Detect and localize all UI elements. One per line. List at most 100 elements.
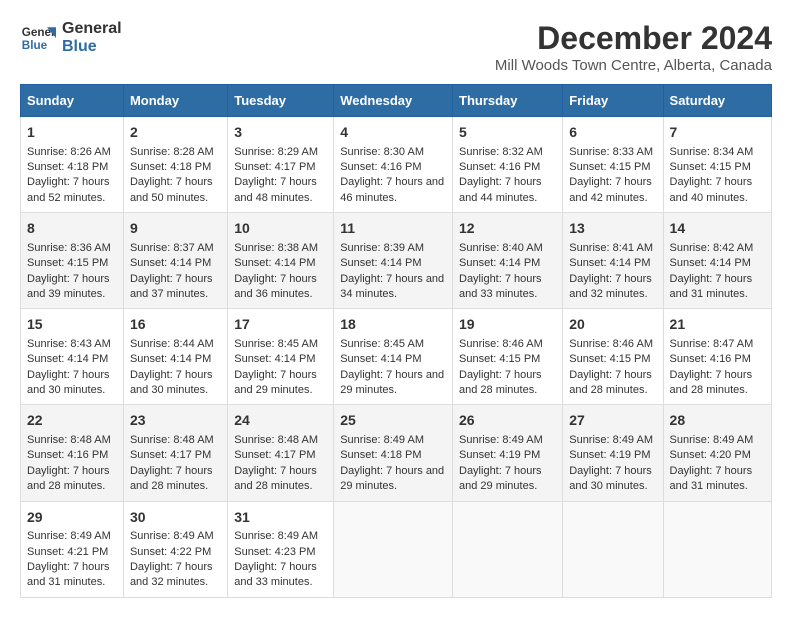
sunset-label: Sunset: 4:14 PM	[340, 257, 421, 269]
calendar-cell	[334, 501, 453, 597]
daylight-label: Daylight: 7 hours and 30 minutes.	[130, 369, 213, 396]
day-number: 31	[234, 508, 327, 528]
title-section: December 2024 Mill Woods Town Centre, Al…	[495, 20, 772, 74]
sunset-label: Sunset: 4:17 PM	[130, 449, 211, 461]
daylight-label: Daylight: 7 hours and 39 minutes.	[27, 273, 110, 300]
daylight-label: Daylight: 7 hours and 40 minutes.	[670, 176, 753, 203]
sunrise-label: Sunrise: 8:48 AM	[27, 434, 111, 446]
day-number: 1	[27, 123, 117, 143]
sunrise-label: Sunrise: 8:41 AM	[569, 242, 653, 254]
day-number: 7	[670, 123, 765, 143]
day-number: 28	[670, 411, 765, 431]
day-number: 23	[130, 411, 221, 431]
calendar-cell: 27Sunrise: 8:49 AMSunset: 4:19 PMDayligh…	[563, 405, 663, 501]
sunrise-label: Sunrise: 8:48 AM	[234, 434, 318, 446]
sunrise-label: Sunrise: 8:47 AM	[670, 338, 754, 350]
calendar-week-row: 15 Sunrise: 8:43 AM Sunset: 4:14 PM Dayligh…	[21, 309, 772, 405]
sunrise-label: Sunrise: 8:39 AM	[340, 242, 424, 254]
day-number: 21	[670, 315, 765, 335]
sunset-label: Sunset: 4:16 PM	[340, 161, 421, 173]
sunset-label: Sunset: 4:14 PM	[569, 257, 650, 269]
sunset-label: Sunset: 4:18 PM	[340, 449, 421, 461]
daylight-label: Daylight: 7 hours and 50 minutes.	[130, 176, 213, 203]
calendar-week-row: 1 Sunrise: 8:26 AM Sunset: 4:18 PM Daylight…	[21, 117, 772, 213]
sunrise-label: Sunrise: 8:44 AM	[130, 338, 214, 350]
sunset-label: Sunset: 4:18 PM	[27, 161, 108, 173]
sunset-label: Sunset: 4:19 PM	[569, 449, 650, 461]
day-number: 20	[569, 315, 656, 335]
day-number: 27	[569, 411, 656, 431]
sunrise-label: Sunrise: 8:49 AM	[234, 530, 318, 542]
daylight-label: Daylight: 7 hours and 28 minutes.	[234, 465, 317, 492]
calendar-header-row: SundayMondayTuesdayWednesdayThursdayFrid…	[21, 85, 772, 117]
calendar-cell: 15 Sunrise: 8:43 AM Sunset: 4:14 PM Dayligh…	[21, 309, 124, 405]
calendar-cell: 24Sunrise: 8:48 AMSunset: 4:17 PMDayligh…	[228, 405, 334, 501]
svg-text:Blue: Blue	[22, 39, 48, 52]
calendar-cell: 25Sunrise: 8:49 AMSunset: 4:18 PMDayligh…	[334, 405, 453, 501]
sunrise-label: Sunrise: 8:28 AM	[130, 146, 214, 158]
sunset-label: Sunset: 4:14 PM	[27, 353, 108, 365]
daylight-label: Daylight: 7 hours and 52 minutes.	[27, 176, 110, 203]
sunrise-label: Sunrise: 8:37 AM	[130, 242, 214, 254]
sunrise-label: Sunrise: 8:46 AM	[459, 338, 543, 350]
sunset-label: Sunset: 4:14 PM	[130, 257, 211, 269]
day-number: 3	[234, 123, 327, 143]
sunset-label: Sunset: 4:16 PM	[670, 353, 751, 365]
column-header-saturday: Saturday	[663, 85, 771, 117]
sunset-label: Sunset: 4:15 PM	[459, 353, 540, 365]
sunset-label: Sunset: 4:16 PM	[27, 449, 108, 461]
sunrise-label: Sunrise: 8:46 AM	[569, 338, 653, 350]
sunrise-label: Sunrise: 8:36 AM	[27, 242, 111, 254]
sunrise-label: Sunrise: 8:42 AM	[670, 242, 754, 254]
column-header-tuesday: Tuesday	[228, 85, 334, 117]
calendar-cell	[663, 501, 771, 597]
day-number: 4	[340, 123, 446, 143]
day-number: 14	[670, 219, 765, 239]
sunrise-label: Sunrise: 8:43 AM	[27, 338, 111, 350]
sunrise-label: Sunrise: 8:49 AM	[340, 434, 424, 446]
daylight-label: Daylight: 7 hours and 30 minutes.	[27, 369, 110, 396]
calendar-cell: 5Sunrise: 8:32 AMSunset: 4:16 PMDaylight…	[453, 117, 563, 213]
column-header-sunday: Sunday	[21, 85, 124, 117]
daylight-label: Daylight: 7 hours and 29 minutes.	[340, 369, 444, 396]
calendar-cell: 12Sunrise: 8:40 AMSunset: 4:14 PMDayligh…	[453, 213, 563, 309]
daylight-label: Daylight: 7 hours and 34 minutes.	[340, 273, 444, 300]
day-number: 22	[27, 411, 117, 431]
daylight-label: Daylight: 7 hours and 42 minutes.	[569, 176, 652, 203]
daylight-label: Daylight: 7 hours and 28 minutes.	[130, 465, 213, 492]
day-number: 18	[340, 315, 446, 335]
logo-icon: General Blue	[20, 20, 56, 56]
calendar-cell: 30Sunrise: 8:49 AMSunset: 4:22 PMDayligh…	[123, 501, 227, 597]
day-number: 29	[27, 508, 117, 528]
sunrise-label: Sunrise: 8:33 AM	[569, 146, 653, 158]
calendar-cell: 14Sunrise: 8:42 AMSunset: 4:14 PMDayligh…	[663, 213, 771, 309]
day-number: 6	[569, 123, 656, 143]
sunset-label: Sunset: 4:16 PM	[459, 161, 540, 173]
calendar-cell: 8Sunrise: 8:36 AMSunset: 4:15 PMDaylight…	[21, 213, 124, 309]
daylight-label: Daylight: 7 hours and 33 minutes.	[459, 273, 542, 300]
sunrise-label: Sunrise: 8:48 AM	[130, 434, 214, 446]
daylight-label: Daylight: 7 hours and 48 minutes.	[234, 176, 317, 203]
column-header-monday: Monday	[123, 85, 227, 117]
calendar-cell: 21Sunrise: 8:47 AMSunset: 4:16 PMDayligh…	[663, 309, 771, 405]
sunset-label: Sunset: 4:15 PM	[569, 353, 650, 365]
page-header: General Blue General Blue December 2024 …	[20, 20, 772, 74]
column-header-friday: Friday	[563, 85, 663, 117]
day-number: 9	[130, 219, 221, 239]
sunrise-label: Sunrise: 8:32 AM	[459, 146, 543, 158]
daylight-label: Daylight: 7 hours and 44 minutes.	[459, 176, 542, 203]
sunset-label: Sunset: 4:20 PM	[670, 449, 751, 461]
calendar-cell: 7Sunrise: 8:34 AMSunset: 4:15 PMDaylight…	[663, 117, 771, 213]
sunrise-label: Sunrise: 8:49 AM	[459, 434, 543, 446]
sunset-label: Sunset: 4:15 PM	[670, 161, 751, 173]
day-number: 13	[569, 219, 656, 239]
day-number: 30	[130, 508, 221, 528]
calendar-cell: 28Sunrise: 8:49 AMSunset: 4:20 PMDayligh…	[663, 405, 771, 501]
daylight-label: Daylight: 7 hours and 37 minutes.	[130, 273, 213, 300]
day-number: 15	[27, 315, 117, 335]
column-header-wednesday: Wednesday	[334, 85, 453, 117]
sunrise-label: Sunrise: 8:45 AM	[340, 338, 424, 350]
sunrise-label: Sunrise: 8:26 AM	[27, 146, 111, 158]
day-number: 17	[234, 315, 327, 335]
daylight-label: Daylight: 7 hours and 46 minutes.	[340, 176, 444, 203]
